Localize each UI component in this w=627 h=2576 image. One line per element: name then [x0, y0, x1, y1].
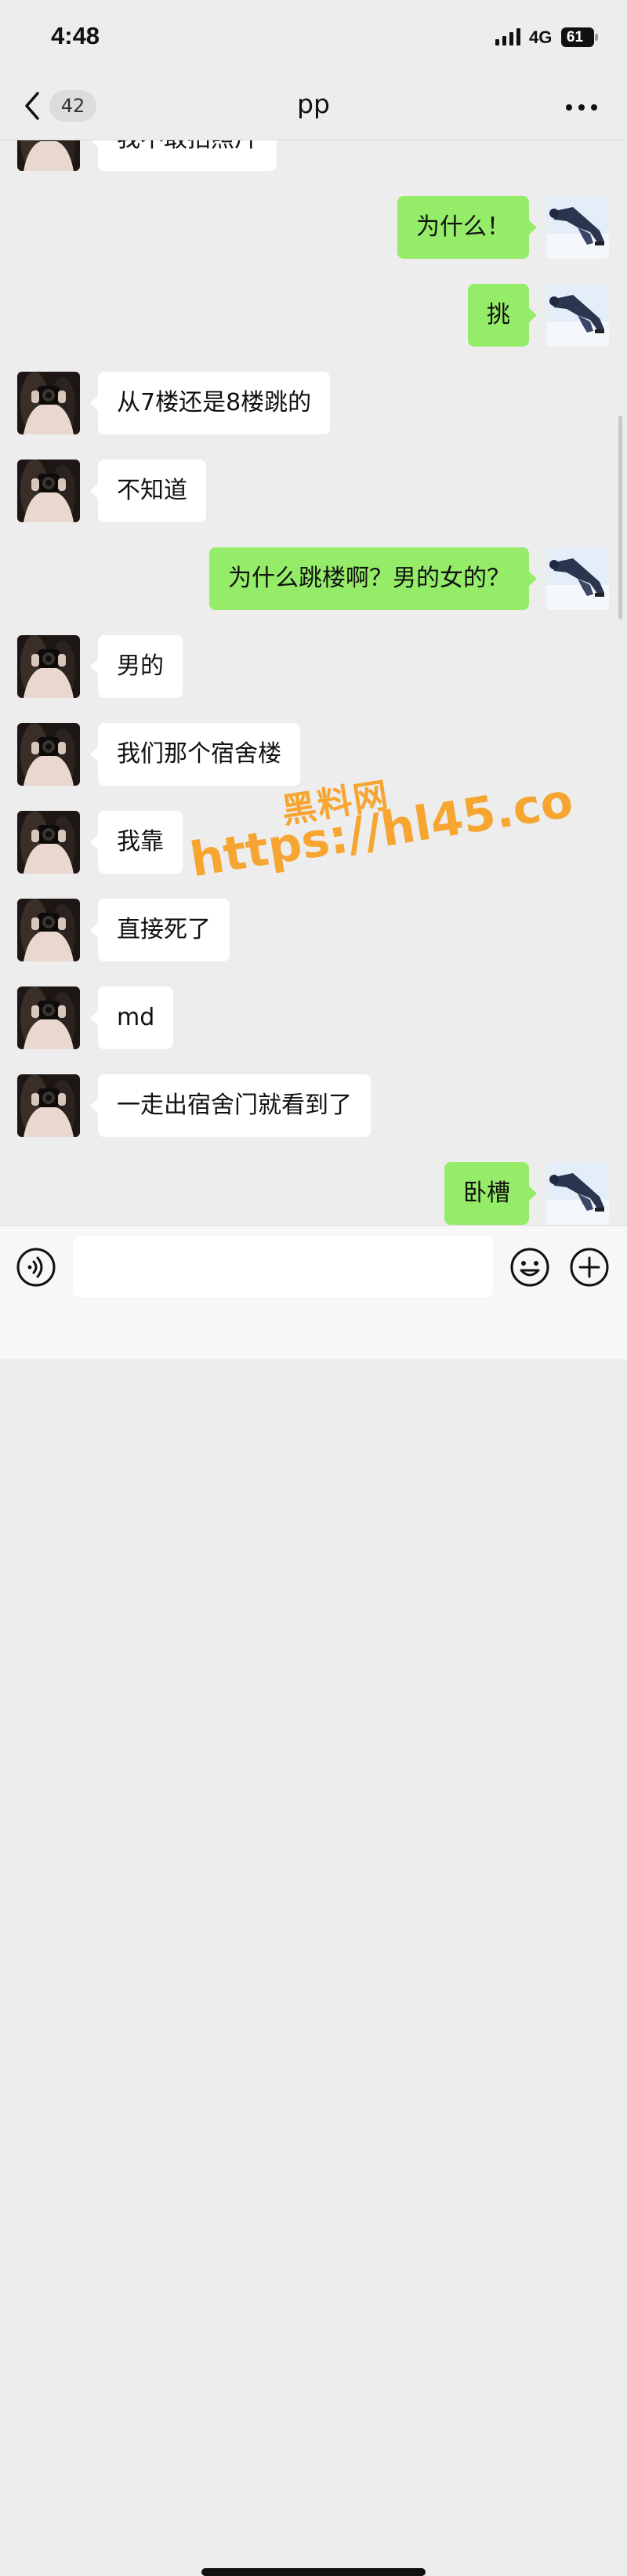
message-row-sent: 挑	[0, 284, 627, 347]
unread-count-badge[interactable]: 42	[49, 90, 96, 122]
more-dots-icon[interactable]	[564, 103, 599, 112]
message-bubble-received[interactable]: 直接死了	[90, 899, 230, 961]
message-bubble-received[interactable]: 我不敢拍照片	[90, 140, 277, 171]
message-bubble-sent[interactable]: 为什么跳楼啊？男的女的？	[209, 547, 537, 610]
input-bar	[0, 1225, 627, 2576]
network-type: 4G	[529, 27, 553, 47]
message-bubble-sent[interactable]: 卧槽	[444, 1162, 537, 1225]
contact-avatar[interactable]	[17, 986, 80, 1049]
chat-title: pp	[297, 89, 330, 119]
message-row-sent: 为什么跳楼啊？男的女的？	[0, 547, 627, 610]
emoji-icon[interactable]	[509, 1247, 550, 1288]
home-indicator[interactable]	[201, 2568, 426, 2576]
message-row-received: 不知道	[0, 460, 627, 522]
message-row-sent: 卧槽	[0, 1162, 627, 1225]
message-row-received: 男的	[0, 635, 627, 698]
message-bubble-received[interactable]: 不知道	[90, 460, 206, 522]
chat-header: 42 pp	[0, 74, 627, 140]
message-row-received: md	[0, 986, 627, 1049]
contact-avatar[interactable]	[17, 1074, 80, 1137]
voice-icon[interactable]	[16, 1247, 56, 1288]
message-row-received: 从7楼还是8楼跳的	[0, 372, 627, 434]
contact-avatar[interactable]	[17, 635, 80, 698]
message-row-received: 我不敢拍照片	[0, 140, 627, 171]
plus-icon[interactable]	[569, 1247, 610, 1288]
message-input[interactable]	[73, 1236, 493, 1297]
message-bubble-received[interactable]: md	[89, 986, 174, 1049]
message-bubble-sent[interactable]: 挑	[468, 284, 537, 347]
message-bubble-received[interactable]: 我们那个宿舍楼	[90, 723, 300, 786]
scrollbar[interactable]	[618, 416, 622, 619]
status-time: 4:48	[51, 22, 100, 49]
message-list[interactable]: 我不敢拍照片 为什么！ 挑 从7楼还是8楼跳的 不知道 为什么跳楼啊？男的女的？…	[0, 140, 627, 1225]
contact-avatar[interactable]	[17, 140, 80, 171]
message-bubble-received[interactable]: 男的	[90, 635, 183, 698]
message-bubble-received[interactable]: 一走出宿舍门就看到了	[90, 1074, 371, 1137]
message-bubble-sent[interactable]: 为什么！	[397, 196, 537, 259]
message-row-sent: 为什么！	[0, 196, 627, 259]
contact-avatar[interactable]	[17, 811, 80, 874]
self-avatar[interactable]	[546, 196, 609, 259]
contact-avatar[interactable]	[17, 372, 80, 434]
self-avatar[interactable]	[546, 1162, 609, 1225]
message-row-received: 我靠	[0, 811, 627, 874]
chevron-left-icon[interactable]	[20, 89, 44, 123]
message-row-received: 一走出宿舍门就看到了	[0, 1074, 627, 1137]
status-bar: 4:48 4G 61	[0, 0, 627, 74]
battery-level: 61	[566, 29, 584, 45]
message-row-received: 我们那个宿舍楼	[0, 723, 627, 786]
message-row-received: 直接死了	[0, 899, 627, 961]
self-avatar[interactable]	[546, 284, 609, 347]
signal-icon	[495, 28, 520, 45]
message-bubble-received[interactable]: 我靠	[90, 811, 183, 874]
self-avatar[interactable]	[546, 547, 609, 610]
message-bubble-received[interactable]: 从7楼还是8楼跳的	[89, 372, 331, 434]
contact-avatar[interactable]	[17, 899, 80, 961]
contact-avatar[interactable]	[17, 723, 80, 786]
contact-avatar[interactable]	[17, 460, 80, 522]
